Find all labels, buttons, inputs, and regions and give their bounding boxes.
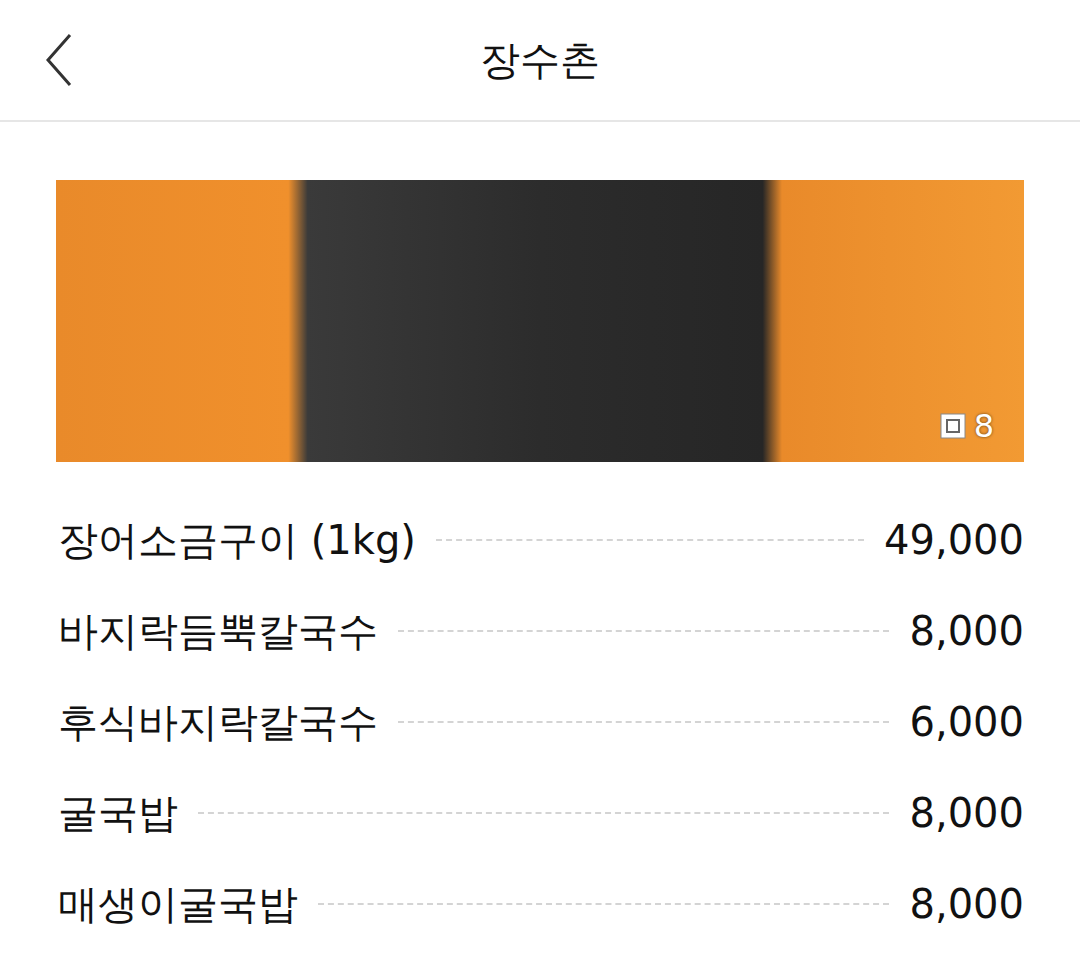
dotted-leader xyxy=(398,721,889,723)
menu-name: 굴국밥 xyxy=(58,789,178,837)
menu-row[interactable]: 후식바지락칼국수 6,000 xyxy=(58,676,1024,767)
page-title: 장수촌 xyxy=(120,36,960,84)
dotted-leader xyxy=(398,630,889,632)
menu-name: 장어소금구이 (1kg) xyxy=(58,516,416,564)
menu-price: 6,000 xyxy=(909,698,1024,746)
menu-price: 8,000 xyxy=(909,789,1024,837)
dotted-leader xyxy=(318,903,889,905)
photo-count: 8 xyxy=(974,409,994,444)
menu-price: 8,000 xyxy=(909,880,1024,928)
dotted-leader xyxy=(198,812,889,814)
menu-name: 매생이굴국밥 xyxy=(58,880,298,928)
menu-row[interactable]: 굴국밥 8,000 xyxy=(58,767,1024,858)
top-bar: 장수촌 xyxy=(0,0,1080,122)
menu-price: 49,000 xyxy=(884,516,1024,564)
dotted-leader xyxy=(436,539,864,541)
menu-row[interactable]: 매생이굴국밥 8,000 xyxy=(58,858,1024,949)
menu-list: 장어소금구이 (1kg) 49,000 바지락듬뿍칼국수 8,000 후식바지락칼국수 6… xyxy=(0,462,1080,949)
photo-count-badge[interactable]: 8 xyxy=(940,409,994,444)
gallery-icon xyxy=(940,413,966,439)
menu-price: 8,000 xyxy=(909,607,1024,655)
photo-section: 8 xyxy=(0,122,1080,462)
menu-name: 바지락듬뿍칼국수 xyxy=(58,607,378,655)
back-button[interactable] xyxy=(0,0,120,120)
back-chevron-icon[interactable] xyxy=(44,32,74,88)
menu-photo[interactable]: 8 xyxy=(56,180,1024,462)
menu-row[interactable]: 장어소금구이 (1kg) 49,000 xyxy=(58,494,1024,585)
menu-name: 후식바지락칼국수 xyxy=(58,698,378,746)
menu-row[interactable]: 바지락듬뿍칼국수 8,000 xyxy=(58,585,1024,676)
